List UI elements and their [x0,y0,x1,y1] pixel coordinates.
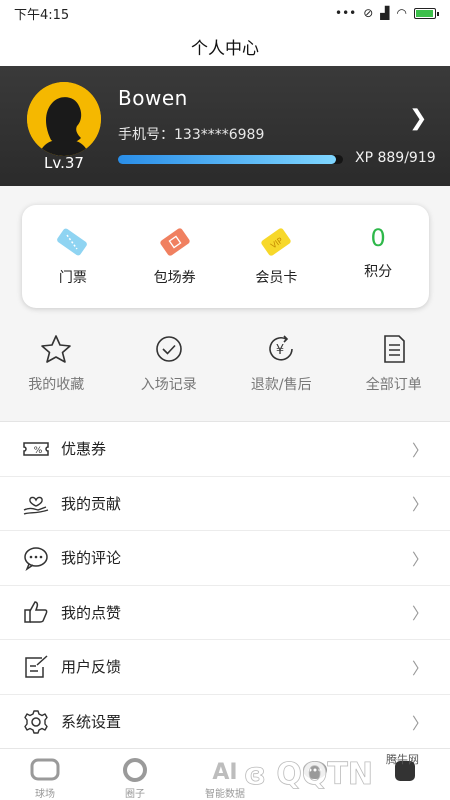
xp-progress-fill [118,155,336,164]
tab-label: 球场 [35,789,55,800]
vip-card-icon: VIP [261,228,292,256]
avatar[interactable] [27,82,101,156]
menu-item-contributions[interactable]: 我的贡献 〉 [0,477,450,531]
favorites-label: 我的收藏 [28,377,85,393]
username: Bowen [118,86,188,110]
comment-bubble-icon [24,547,48,571]
points-label: 积分 [364,264,393,280]
tickets-label: 门票 [58,270,87,286]
tickets-entry[interactable]: 门票 [22,205,124,308]
menu-item-settings[interactable]: 系统设置 〉 [0,695,450,750]
xp-text: XP 889/919 [355,150,436,166]
ticket-icon [56,228,87,256]
menu-label: 我的贡献 [61,494,122,513]
favorites-entry[interactable]: 我的收藏 [0,320,113,420]
voucher-icon [159,228,190,256]
thumbs-up-icon [24,601,48,623]
membership-card-entry[interactable]: VIP 会员卡 [226,205,328,308]
membership-card-label: 会员卡 [255,270,298,286]
asset-card: 门票 包场券 VIP 会员卡 0 积分 [22,205,429,308]
nav-bar: 个人中心 [0,26,450,66]
page-title: 个人中心 [191,38,259,59]
points-value: 0 [370,224,386,252]
menu-item-likes[interactable]: 我的点赞 〉 [0,586,450,640]
refund-entry[interactable]: ¥ 退款/售后 [225,320,338,420]
profile-header[interactable]: Lv.37 Bowen 手机号：133****6989 XP 889/919 ❯ [0,66,450,186]
chevron-right-icon: 〉 [411,713,428,733]
all-orders-entry[interactable]: 全部订单 [338,320,450,420]
chevron-right-icon: 〉 [411,440,428,460]
menu-label: 系统设置 [61,713,122,732]
gear-icon [24,710,48,734]
venue-vouchers-label: 包场券 [153,270,196,286]
status-icons: ••• ⊘ ▟ ◠ [334,6,439,20]
document-icon [383,335,405,363]
order-shortcuts: 我的收藏 入场记录 ¥ 退款/售后 全部订单 [0,320,450,420]
menu-label: 我的评论 [61,549,122,568]
chevron-right-icon: 〉 [411,495,428,515]
menu-label: 用户反馈 [61,658,122,677]
edit-note-icon [25,655,48,678]
all-orders-label: 全部订单 [365,377,422,393]
entry-records-entry[interactable]: 入场记录 [113,320,226,420]
more-dots-icon: ••• [334,6,357,20]
chevron-right-icon[interactable]: ❯ [409,106,427,131]
menu-label: 优惠券 [61,440,107,459]
coupon-icon: % [23,442,49,456]
wifi-icon: ◠ [396,6,407,20]
status-bar: 下午4:15 ••• ⊘ ▟ ◠ [0,0,450,26]
tab-circle[interactable]: 圈子 [90,749,180,800]
tab-courts[interactable]: 球场 [0,749,90,800]
mute-icon: ⊘ [363,6,374,20]
svg-text:%: % [34,446,43,456]
points-entry[interactable]: 0 积分 [327,205,429,308]
star-icon [41,335,72,363]
phone-number: 手机号：133****6989 [118,127,265,143]
entry-records-label: 入场记录 [140,377,197,393]
signal-icon: ▟ [380,6,390,20]
avatar-silhouette-icon [27,82,101,156]
chevron-right-icon: 〉 [411,658,428,678]
refund-icon: ¥ [269,335,294,361]
xp-progress-bar [118,155,343,164]
menu-item-comments[interactable]: 我的评论 〉 [0,531,450,586]
svg-text:AI: AI [212,760,237,783]
circle-icon [123,758,147,782]
settings-menu: % 优惠券 〉 我的贡献 〉 我的评论 〉 我的点赞 〉 用户反馈 〉 系统设置… [0,421,450,748]
refund-label: 退款/售后 [250,377,312,393]
court-icon [30,758,60,781]
watermark-logo: ɞ QQTN 腾牛网 [244,752,419,792]
user-level: Lv.37 [44,154,84,172]
battery-icon [414,7,439,19]
svg-text:ɞ QQTN: ɞ QQTN [244,757,373,792]
check-circle-icon [155,336,182,362]
chevron-right-icon: 〉 [411,549,428,569]
svg-text:¥: ¥ [276,343,284,358]
chevron-right-icon: 〉 [411,604,428,624]
watermark-text: 腾牛网 [386,752,419,766]
status-time: 下午4:15 [14,7,70,23]
menu-item-feedback[interactable]: 用户反馈 〉 [0,640,450,695]
menu-item-coupons[interactable]: % 优惠券 〉 [0,422,450,477]
tab-label: 圈子 [125,789,145,800]
venue-vouchers-entry[interactable]: 包场券 [124,205,226,308]
hand-heart-icon [23,497,49,515]
menu-label: 我的点赞 [61,603,122,622]
